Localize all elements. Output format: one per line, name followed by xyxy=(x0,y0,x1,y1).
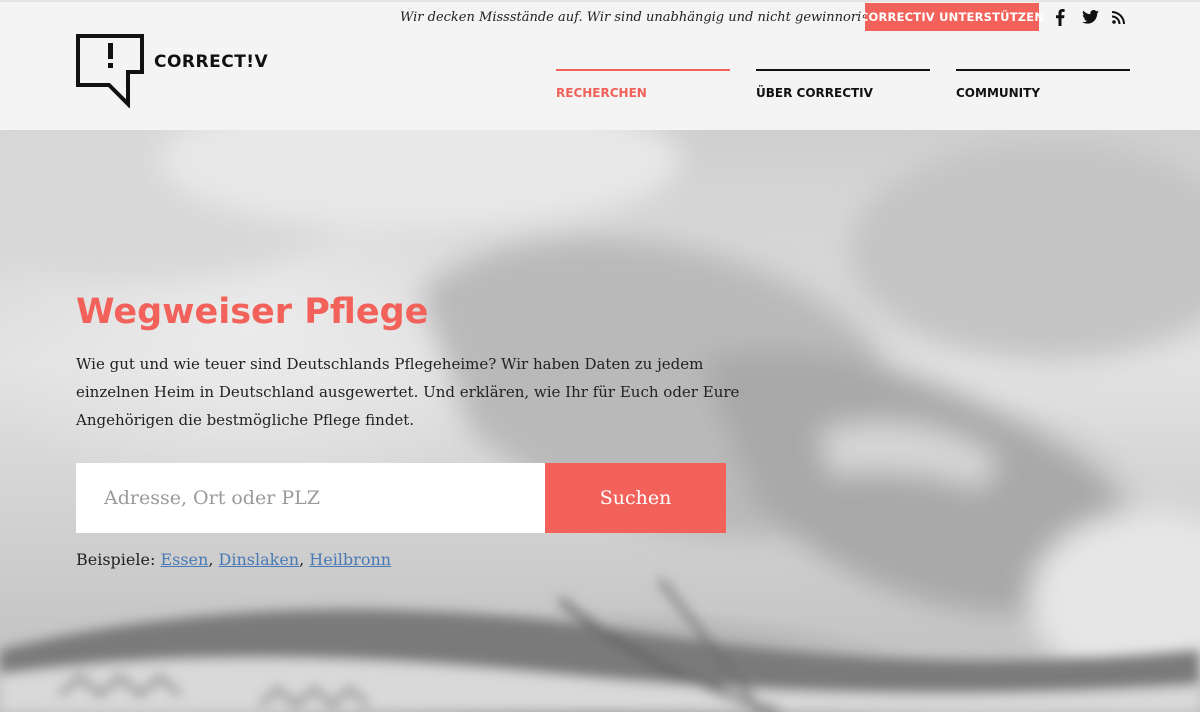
tagline: Wir decken Missstände auf. Wir sind unab… xyxy=(400,10,910,25)
search-input[interactable] xyxy=(76,463,545,533)
support-button[interactable]: CORRECTIV UNTERSTÜTZEN xyxy=(860,3,1044,31)
site-header: Wir decken Missstände auf. Wir sind unab… xyxy=(0,0,1200,130)
example-link-dinslaken[interactable]: Dinslaken xyxy=(219,550,300,569)
search-button[interactable]: Suchen xyxy=(545,463,726,533)
examples-label: Beispiele: xyxy=(76,550,156,569)
nav-label: ÜBER CORRECTIV xyxy=(756,86,873,100)
hero-description: Wie gut und wie teuer sind Deutschlands … xyxy=(76,355,740,429)
nav-ueber-correctiv[interactable]: ÜBER CORRECTIV xyxy=(756,69,930,109)
correctiv-logo[interactable] xyxy=(76,34,276,110)
page-title: Wegweiser Pflege xyxy=(76,292,429,332)
example-link-essen[interactable]: Essen xyxy=(160,550,208,569)
nav-community[interactable]: COMMUNITY xyxy=(956,69,1130,109)
twitter-icon[interactable] xyxy=(1080,8,1100,26)
nav-recherchen[interactable]: RECHERCHEN xyxy=(556,69,730,109)
examples-line: Beispiele: Essen, Dinslaken, Heilbronn xyxy=(76,550,392,569)
hero-section: Wegweiser Pflege Wie gut und wie teuer s… xyxy=(0,130,1200,712)
example-link-heilbronn[interactable]: Heilbronn xyxy=(309,550,391,569)
rss-icon[interactable] xyxy=(1110,8,1126,26)
logo-text: CORRECT!V xyxy=(154,52,269,72)
logo-speech-bubble-icon xyxy=(76,34,144,109)
nav-label: RECHERCHEN xyxy=(556,86,647,100)
nav-label: COMMUNITY xyxy=(956,86,1041,100)
facebook-icon[interactable] xyxy=(1052,8,1068,26)
